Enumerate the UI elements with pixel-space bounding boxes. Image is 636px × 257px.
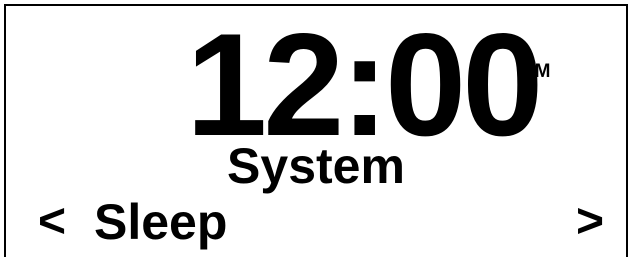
menu-item-label[interactable]: Sleep [94,196,227,248]
next-item-arrow[interactable]: > [576,196,604,248]
menu-title: System [227,138,405,194]
band-indicator: FM [524,61,550,82]
clock-time: 12:00 [186,3,543,166]
radio-lcd-display: 12:00 FM System < Sleep > [4,4,628,257]
previous-item-arrow[interactable]: < [38,196,66,248]
